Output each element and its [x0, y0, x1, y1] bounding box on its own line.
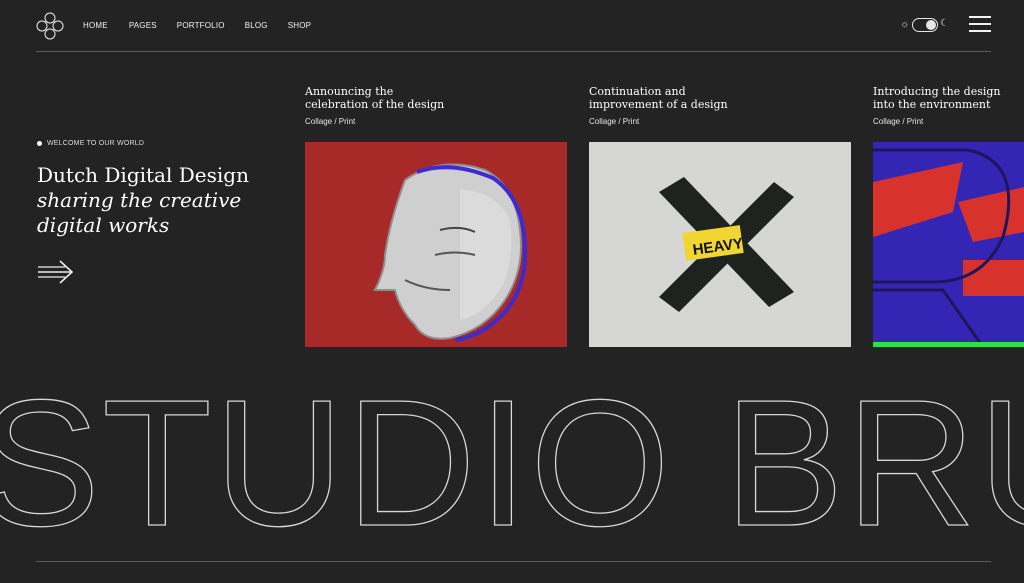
nav-item-home[interactable]: HOME — [83, 21, 108, 30]
nav-item-pages[interactable]: PAGES — [129, 21, 157, 30]
nav-item-portfolio[interactable]: PORTFOLIO — [177, 21, 225, 30]
hero-heading-line3: digital works — [37, 213, 170, 237]
hamburger-menu-button[interactable] — [969, 16, 991, 34]
card-title-line: Introducing the design — [873, 85, 1001, 98]
card-title-line: Announcing the — [305, 85, 394, 98]
theme-toggle[interactable] — [912, 18, 938, 32]
portfolio-card[interactable]: Introducing the design into the environm… — [873, 85, 1024, 347]
hero-heading-line1: Dutch Digital Design — [37, 163, 249, 187]
card-title[interactable]: Introducing the design into the environm… — [873, 85, 1024, 111]
hero-heading-line2: sharing the creative — [37, 188, 242, 212]
studio-brut-outline-heading: STUDIO BRUT — [0, 380, 1024, 560]
arrow-right-icon[interactable] — [37, 257, 75, 287]
hamburger-icon — [969, 16, 991, 18]
portfolio-card[interactable]: Announcing the celebration of the design… — [305, 85, 567, 347]
welcome-text: WELCOME TO OUR WORLD — [47, 140, 145, 147]
hero-section: WELCOME TO OUR WORLD Dutch Digital Desig… — [37, 140, 267, 238]
card-category[interactable]: Collage / Print — [873, 117, 1024, 126]
card-title-line: celebration of the design — [305, 98, 445, 111]
bullet-dot-icon — [37, 141, 42, 146]
card-title-line: improvement of a design — [589, 98, 728, 111]
card-image-portrait[interactable] — [305, 142, 567, 347]
four-circles-logo-icon[interactable] — [36, 12, 64, 40]
moon-icon: ☾ — [940, 18, 949, 29]
card-category[interactable]: Collage / Print — [305, 117, 567, 126]
hero-heading: Dutch Digital Design sharing the creativ… — [37, 163, 267, 238]
card-image-heavy-x[interactable]: HEAVY — [589, 142, 851, 347]
card-category[interactable]: Collage / Print — [589, 117, 851, 126]
welcome-tagline: WELCOME TO OUR WORLD — [37, 140, 267, 147]
portfolio-card[interactable]: Continuation and improvement of a design… — [589, 85, 851, 347]
nav-item-blog[interactable]: BLOG — [245, 21, 268, 30]
card-title-line: into the environment — [873, 98, 991, 111]
theme-switcher[interactable]: ☼ ☾ — [900, 17, 950, 33]
card-title[interactable]: Continuation and improvement of a design — [589, 85, 769, 111]
card-image-blue-abstract[interactable] — [873, 142, 1024, 347]
studio-brut-text: STUDIO BRUT — [0, 380, 1024, 560]
sun-icon: ☼ — [900, 19, 910, 30]
header-divider — [36, 51, 991, 52]
hamburger-line — [969, 23, 991, 25]
site-header: HOME PAGES PORTFOLIO BLOG SHOP ☼ ☾ — [0, 0, 1024, 52]
card-title-line: Continuation and — [589, 85, 686, 98]
nav-item-shop[interactable]: SHOP — [288, 21, 311, 30]
card-title[interactable]: Announcing the celebration of the design — [305, 85, 485, 111]
hamburger-line — [969, 30, 991, 32]
main-nav: HOME PAGES PORTFOLIO BLOG SHOP — [83, 21, 331, 30]
footer-divider — [36, 561, 991, 562]
toggle-knob — [926, 20, 936, 30]
